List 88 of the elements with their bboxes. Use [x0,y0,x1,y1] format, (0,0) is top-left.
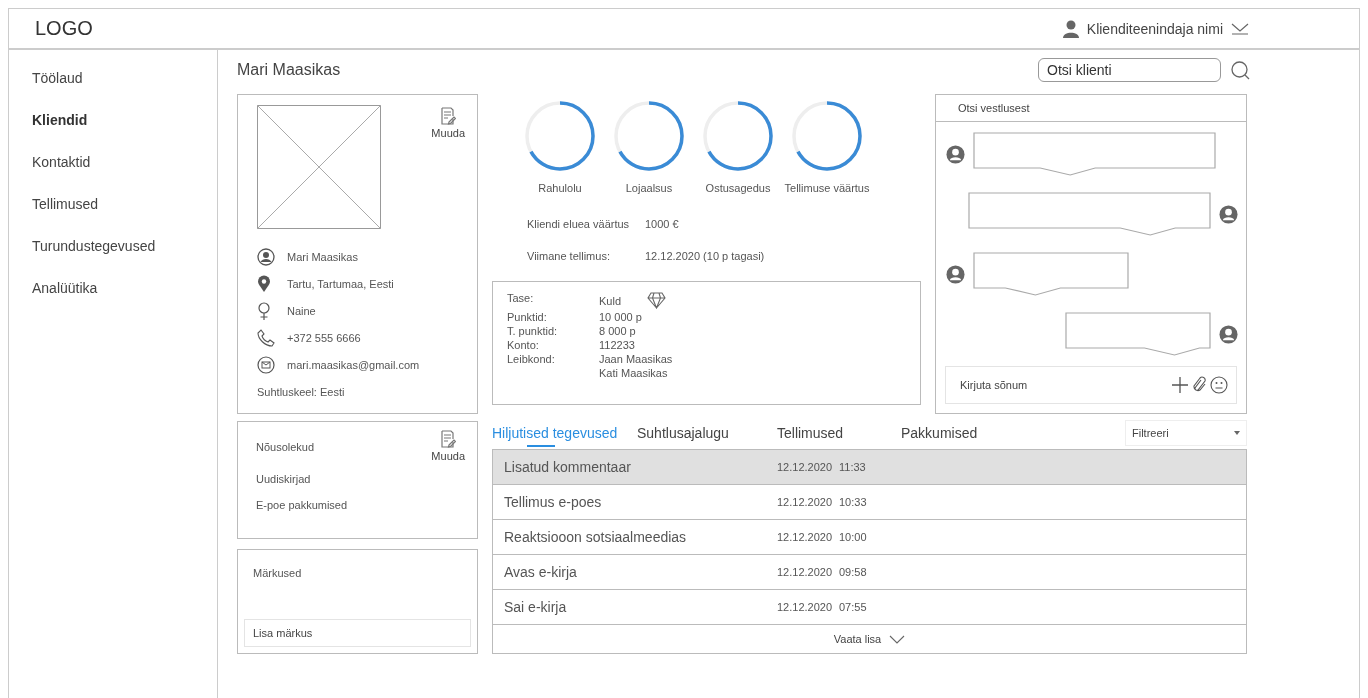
activity-row[interactable]: Tellimus e-poes 12.12.2020 10:33 [493,484,1246,519]
edit-icon [440,430,457,448]
caret-icon [1234,431,1240,435]
activity-time: 09:58 [839,566,867,578]
avatar-icon [946,144,965,164]
user-name[interactable]: Klienditeenindaja nimi [1086,20,1223,37]
activity-name: Tellimus e-poes [504,494,603,510]
detail-text: mari.maasikas@gmail.com [287,359,420,371]
note-field[interactable]: Lisa märkus [244,619,471,647]
detail-text: Naine [287,305,316,317]
location-pin-icon [257,275,271,293]
stat-label: Kliendi eluea väärtus [527,218,631,230]
activity-name: Reaktsiooon sotsiaalmeedias [504,529,688,545]
language-text: Suhtluskeel: Eesti [257,386,346,398]
activity-time: 10:00 [839,531,867,543]
activity-time: 10:33 [839,496,867,508]
filter-dropdown[interactable]: Filtreeri [1125,420,1247,446]
activity-row[interactable]: Lisatud kommentaar 12.12.2020 11:33 [493,449,1246,484]
activity-name: Avas e-kirja [504,564,578,580]
logo: LOGO [35,17,93,40]
avatar-icon [1219,204,1238,224]
field-label: T. punktid: [507,325,559,337]
female-icon [257,301,271,321]
edit-icon [440,107,457,125]
plus-icon[interactable] [1172,377,1188,393]
meter-label: Rahulolu [538,182,582,194]
card-title: Märkused [252,567,303,579]
phone-icon [257,329,275,347]
activity-name: Lisatud kommentaar [504,459,632,475]
chevron-down-icon [889,634,906,644]
meter-label: Lojaalsus [625,182,673,194]
meter-label: Ostusagedus [705,182,771,194]
detail-text: Tartu, Tartumaa, Eesti [287,278,394,290]
sidebar-item[interactable]: Töölaud [32,68,217,88]
consent-item: Uudiskirjad [256,473,312,485]
field-value: 10 000 p [599,311,643,323]
sidebar-item[interactable]: Kontaktid [32,152,217,172]
email-icon [257,356,275,374]
stat-value: 12.12.2020 (10 p tagasi) [645,250,766,262]
search-icon[interactable] [1231,60,1250,80]
activity-row[interactable]: Reaktsiooon sotsiaalmeedias 12.12.2020 10:00 [493,519,1246,554]
diamond-icon [647,292,667,309]
tab[interactable]: Suhtlusajalugu [637,425,777,449]
message-bar[interactable]: Kirjuta sõnum [945,366,1237,404]
chevron-down-icon[interactable] [1231,22,1249,35]
field-value: Kati Maasikas [599,367,669,379]
field-value: 8 000 p [599,325,637,337]
activity-time: 11:33 [839,461,866,473]
avatar-icon [946,264,965,284]
ring-gauge [791,100,863,172]
field-label: Leibkond: [507,353,556,365]
tab[interactable]: Tellimused [777,425,901,449]
tab[interactable]: Pakkumised [901,425,1031,449]
field-label: Punktid: [507,311,548,323]
field-value: Kuld [599,294,622,307]
ring-gauge [613,100,685,172]
user-icon [1062,19,1079,38]
meter-label: Tellimuse väärtus [784,182,870,194]
sidebar-item[interactable]: Tellimused [32,194,217,214]
stat-value: 1000 € [645,218,680,230]
search-field[interactable]: Otsi klienti [1038,58,1221,82]
activity-row[interactable]: Sai e-kirja 12.12.2020 07:55 [493,589,1246,624]
stat-label: Viimane tellimus: [527,250,611,262]
edit-button[interactable]: Muuda [431,107,465,139]
ring-gauge [524,100,596,172]
sidebar-item[interactable]: Analüütika [32,278,217,298]
card-title: Nõusolekud [256,441,316,453]
sidebar-item[interactable]: Kliendid [32,110,217,130]
detail-text: Mari Maasikas [287,251,358,263]
ring-gauge [702,100,774,172]
activity-name: Sai e-kirja [504,599,568,615]
field-label: Tase: [507,292,535,306]
person-icon [257,248,275,266]
edit-button[interactable]: Muuda [431,430,465,462]
field-label: Konto: [507,339,540,351]
field-value: 112233 [599,339,636,351]
consent-item: E-poe pakkumised [256,499,349,511]
detail-text: +372 555 6666 [287,332,361,344]
activity-row[interactable]: Avas e-kirja 12.12.2020 09:58 [493,554,1246,589]
sidebar-item[interactable]: Turundustegevused [32,236,217,256]
show-more-button[interactable]: Vaata lisa [827,632,912,646]
activity-time: 07:55 [839,601,867,613]
smiley-icon[interactable] [1210,376,1228,394]
avatar-icon [1219,324,1238,344]
field-value: Jaan Maasikas [599,353,674,365]
tab[interactable]: Hiljutised tegevused [492,425,637,449]
page-title: Mari Maasikas [237,61,341,79]
paperclip-icon[interactable] [1192,376,1206,394]
